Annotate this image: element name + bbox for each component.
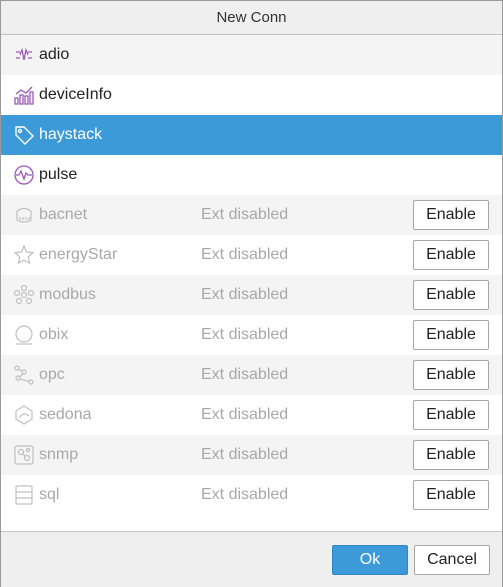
list-item-modbus: modbus Ext disabled Enable [1,275,502,315]
status-text: Ext disabled [201,366,289,383]
connector-name: snmp [39,446,79,463]
enable-button[interactable]: Enable [413,440,489,470]
status-text: Ext disabled [201,486,289,503]
connector-name: modbus [39,286,96,303]
enable-button[interactable]: Enable [413,200,489,230]
tag-icon [13,124,35,146]
snmp-icon [13,444,35,466]
connector-name: energyStar [39,246,118,263]
enable-button[interactable]: Enable [413,280,489,310]
list-item-energystar: energyStar Ext disabled Enable [1,235,502,275]
status-text: Ext disabled [201,326,289,343]
opc-icon [13,364,35,386]
list-item-adio[interactable]: adio [1,35,502,75]
adio-icon [13,44,35,66]
connector-name: haystack [39,126,103,143]
connector-list: adio deviceInfo haystack pulse bacnet Ex… [1,35,502,531]
list-item-sql: sql Ext disabled Enable [1,475,502,515]
connector-name: pulse [39,166,78,183]
list-item-obix: obix Ext disabled Enable [1,315,502,355]
status-text: Ext disabled [201,286,289,303]
list-item-bacnet: bacnet Ext disabled Enable [1,195,502,235]
list-item-snmp: snmp Ext disabled Enable [1,435,502,475]
modbus-icon [13,284,35,306]
list-item-haystack[interactable]: haystack [1,115,502,155]
dialog-footer: Ok Cancel [1,531,502,587]
connector-name: adio [39,46,70,63]
connector-name: bacnet [39,206,88,223]
dialog-title: New Conn [1,1,502,35]
star-icon [13,244,35,266]
connector-name: deviceInfo [39,86,112,103]
list-item-sedona: sedona Ext disabled Enable [1,395,502,435]
new-conn-dialog: New Conn adio deviceInfo haystack pulse … [0,0,503,587]
connector-name: opc [39,366,65,383]
list-item-deviceinfo[interactable]: deviceInfo [1,75,502,115]
enable-button[interactable]: Enable [413,360,489,390]
enable-button[interactable]: Enable [413,480,489,510]
status-text: Ext disabled [201,446,289,463]
cancel-button[interactable]: Cancel [414,545,490,575]
bar-chart-icon [13,84,35,106]
connector-name: sql [39,486,60,503]
status-text: Ext disabled [201,206,289,223]
status-text: Ext disabled [201,246,289,263]
sedona-icon [13,404,35,426]
enable-button[interactable]: Enable [413,320,489,350]
list-item-pulse[interactable]: pulse [1,155,502,195]
connector-name: obix [39,326,69,343]
obix-icon [13,324,35,346]
bacnet-icon [13,204,35,226]
pulse-icon [13,164,35,186]
status-text: Ext disabled [201,406,289,423]
ok-button[interactable]: Ok [332,545,408,575]
enable-button[interactable]: Enable [413,400,489,430]
enable-button[interactable]: Enable [413,240,489,270]
database-icon [13,484,35,506]
list-item-opc: opc Ext disabled Enable [1,355,502,395]
connector-name: sedona [39,406,92,423]
